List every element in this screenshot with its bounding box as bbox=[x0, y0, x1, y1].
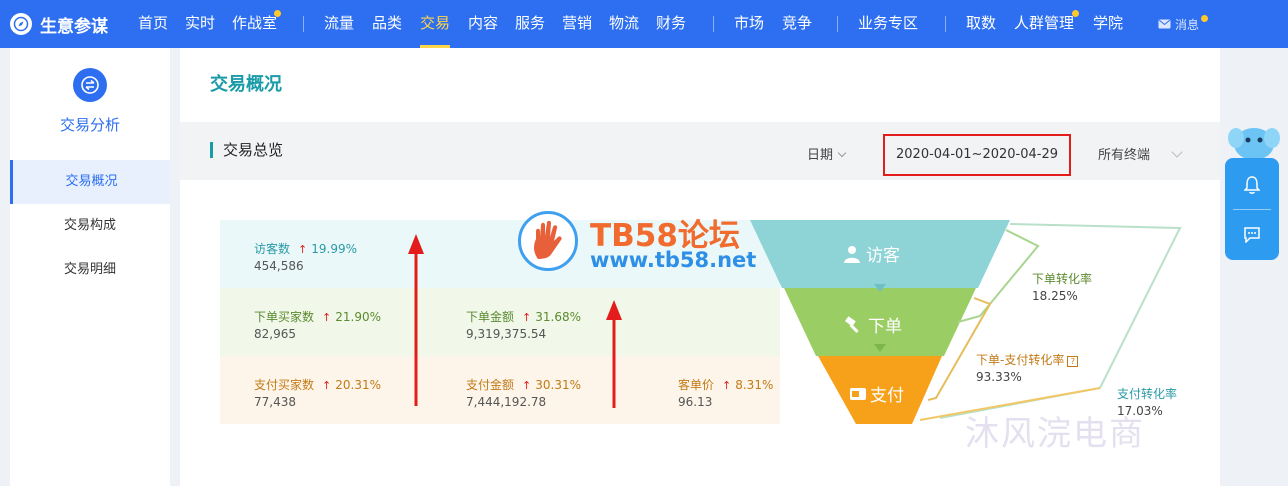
order-pay-rate: 下单-支付转化率? 93.33% bbox=[976, 351, 1079, 384]
wallet-icon bbox=[850, 387, 866, 400]
nav-item-service[interactable]: 服务 bbox=[515, 0, 545, 48]
bell-icon bbox=[1244, 176, 1260, 194]
nav-item-warroom[interactable]: 作战室 bbox=[232, 0, 277, 48]
nav-item-finance[interactable]: 财务 bbox=[656, 0, 686, 48]
user-icon bbox=[844, 245, 860, 263]
nav-item-crowd[interactable]: 人群管理 bbox=[1014, 0, 1074, 48]
watermark-hand-logo bbox=[518, 211, 578, 271]
funnel-stage-order-label: 下单 bbox=[844, 312, 902, 337]
nav-separator bbox=[837, 16, 838, 32]
funnel-stage-pay-label: 支付 bbox=[850, 381, 904, 406]
floating-toolbar bbox=[1225, 158, 1279, 260]
rate-value: 93.33% bbox=[976, 370, 1022, 384]
nav-item-market[interactable]: 市场 bbox=[734, 0, 764, 48]
nav-item-category[interactable]: 品类 bbox=[372, 0, 402, 48]
watermark-text: 沐风浣电商 bbox=[965, 414, 1145, 454]
brand-name: 生意参谋 bbox=[40, 16, 108, 37]
sidebar-item-composition[interactable]: 交易构成 bbox=[10, 204, 170, 248]
nav-separator bbox=[945, 16, 946, 32]
funnel-stage-visit-label: 访客 bbox=[844, 241, 900, 266]
exchange-icon bbox=[73, 68, 107, 102]
nav-item-business[interactable]: 业务专区 bbox=[858, 0, 918, 48]
nav-item-home[interactable]: 首页 bbox=[138, 0, 168, 48]
main-panel: 交易概况 交易总览 日期 2020-04-01~2020-04-29 所有终端 … bbox=[180, 48, 1220, 486]
rate-value: 18.25% bbox=[1032, 289, 1078, 303]
sidebar-item-overview[interactable]: 交易概况 bbox=[10, 160, 170, 204]
sidebar-title: 交易分析 bbox=[59, 116, 120, 134]
watermark-url: www.tb58.net bbox=[590, 248, 757, 272]
sidebar: 交易分析 交易概况 交易构成 交易明细 bbox=[10, 48, 170, 486]
nav-item-academy[interactable]: 学院 bbox=[1093, 0, 1123, 48]
nav-item-logistics[interactable]: 物流 bbox=[609, 0, 639, 48]
rate-label: 下单转化率 bbox=[1032, 272, 1093, 286]
nav-item-data[interactable]: 取数 bbox=[966, 0, 996, 48]
chat-button[interactable] bbox=[1225, 210, 1279, 260]
nav-separator bbox=[713, 16, 714, 32]
brand[interactable]: 生意参谋 bbox=[10, 0, 108, 48]
sidebar-item-detail[interactable]: 交易明细 bbox=[10, 248, 170, 292]
chat-icon bbox=[1244, 227, 1260, 243]
rate-label: 下单-支付转化率 bbox=[976, 353, 1065, 367]
gavel-icon bbox=[845, 315, 859, 333]
top-nav: 生意参谋 首页 实时 作战室 流量 品类 交易 内容 服务 营销 物流 财务 市… bbox=[0, 0, 1288, 48]
rate-label: 支付转化率 bbox=[1117, 387, 1178, 401]
order-rate: 下单转化率 18.25% bbox=[1032, 270, 1092, 303]
notification-dot bbox=[274, 10, 281, 17]
nav-item-traffic[interactable]: 流量 bbox=[324, 0, 354, 48]
bell-button[interactable] bbox=[1225, 160, 1279, 210]
compass-icon bbox=[10, 13, 32, 35]
nav-item-marketing[interactable]: 营销 bbox=[562, 0, 592, 48]
notification-dot bbox=[1072, 10, 1079, 17]
notification-dot bbox=[1201, 14, 1209, 22]
nav-item-realtime[interactable]: 实时 bbox=[185, 0, 215, 48]
nav-item-trade[interactable]: 交易 bbox=[420, 0, 451, 48]
message-button[interactable]: 消息 bbox=[1158, 0, 1209, 48]
annotation-arrow-head bbox=[408, 234, 424, 254]
elephant-mascot-icon[interactable] bbox=[1228, 124, 1280, 162]
nav-item-content[interactable]: 内容 bbox=[468, 0, 498, 48]
help-icon[interactable]: ? bbox=[1067, 356, 1079, 367]
message-label: 消息 bbox=[1175, 17, 1200, 32]
nav-item-competition[interactable]: 竞争 bbox=[782, 0, 812, 48]
annotation-arrow-head bbox=[606, 300, 622, 320]
mail-icon bbox=[1158, 19, 1171, 29]
nav-separator bbox=[303, 16, 304, 32]
